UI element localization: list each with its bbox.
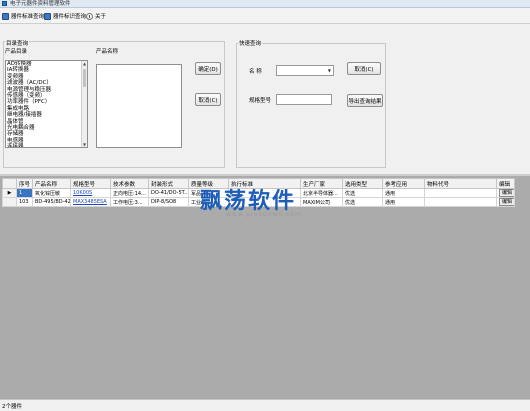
title-bar: 电子元器件资料管理软件 — [0, 0, 530, 8]
category-listbox[interactable]: AD转换器 IA转换器 变频器 滤波器（AC/DC） 电源管理与稳压器 传感器（变频） 功率… — [5, 60, 88, 148]
category-item[interactable]: 连接器 — [6, 144, 87, 147]
edit-cell: 编辑 — [496, 197, 515, 207]
export-results-button[interactable]: 导出查询结果 — [347, 94, 383, 107]
cell-params[interactable]: 正向电压:14... — [110, 188, 149, 198]
watermark-url: www.piaodown.com — [226, 211, 302, 218]
cell-model-link[interactable]: 10K00S — [70, 188, 111, 198]
cell-code[interactable] — [424, 197, 497, 207]
directory-group-title: 目录查询 — [5, 39, 30, 47]
search-cancel-button[interactable]: 取消(C) — [347, 62, 381, 75]
column-header[interactable]: 编辑 — [496, 178, 515, 189]
column-header[interactable]: 序号 — [16, 178, 33, 189]
column-header[interactable]: 选用类型 — [342, 178, 383, 189]
model-input[interactable] — [276, 94, 332, 105]
cell-index[interactable]: 1 — [16, 188, 33, 198]
category-label: 产品目录 — [5, 49, 28, 55]
marking-query-label: 器件标识查询 — [53, 14, 87, 20]
column-header[interactable]: 产品名称 — [32, 178, 71, 189]
grid-icon — [44, 12, 51, 20]
cell-ref[interactable]: 通用 — [382, 197, 425, 207]
confirm-button[interactable]: 确定(D) — [195, 62, 221, 75]
cell-code[interactable] — [424, 188, 497, 198]
row-selector[interactable]: ▶ — [2, 188, 17, 198]
row-selector[interactable] — [2, 197, 17, 207]
name-label: 名 称 — [249, 69, 262, 75]
about-label: 关于 — [95, 14, 107, 20]
scroll-down-icon[interactable]: ▼ — [82, 142, 87, 147]
name-select[interactable]: ▼ — [276, 65, 334, 76]
row-header-corner — [2, 178, 17, 189]
column-header[interactable]: 规格型号 — [70, 178, 111, 189]
cell-type[interactable]: 优选 — [342, 197, 383, 207]
column-header[interactable]: 技术参数 — [110, 178, 149, 189]
cell-model-link[interactable]: MAX3485ESA — [70, 197, 111, 207]
category-scrollbar[interactable]: ▲ ▼ — [81, 61, 87, 147]
edit-cell: 编辑 — [496, 188, 515, 198]
cell-maker[interactable]: MAXIM公司 — [300, 197, 343, 207]
cell-params[interactable]: 工作电压:3... — [110, 197, 149, 207]
edit-button[interactable]: 编辑 — [499, 189, 514, 197]
column-header[interactable]: 封装形式 — [148, 178, 189, 189]
scroll-thumb[interactable] — [83, 69, 86, 87]
product-listbox[interactable] — [96, 64, 182, 148]
info-icon — [86, 12, 93, 20]
cell-package[interactable]: DO-41/DO-5T... — [148, 188, 189, 198]
toolbar: 器件标准查询 器件标识查询 关于 — [0, 8, 530, 24]
cell-package[interactable]: DIP-8/SO8 — [148, 197, 189, 207]
query-panel: 目录查询 产品目录 AD转换器 IA转换器 变频器 滤波器（AC/DC） 电源管理与稳压… — [0, 24, 530, 174]
column-header[interactable]: 生产厂家 — [300, 178, 343, 189]
edit-button[interactable]: 编辑 — [499, 198, 514, 206]
column-header[interactable]: 物料代号 — [424, 178, 497, 189]
cell-name[interactable]: 氧化锌压敏 — [32, 188, 71, 198]
model-label: 规格型号 — [249, 98, 272, 104]
standard-query-button[interactable]: 器件标准查询 — [2, 11, 44, 21]
directory-cancel-button[interactable]: 取消(C) — [195, 93, 221, 106]
column-header[interactable]: 参考应用 — [382, 178, 425, 189]
grid-icon — [2, 12, 9, 20]
quick-search-group-title: 快速查询 — [238, 39, 263, 47]
marking-query-button[interactable]: 器件标识查询 — [44, 11, 86, 21]
cell-ref[interactable]: 通用 — [382, 188, 425, 198]
scroll-up-icon[interactable]: ▲ — [82, 61, 87, 66]
cell-maker[interactable]: 北京半导体器... — [300, 188, 343, 198]
standard-query-label: 器件标准查询 — [11, 14, 45, 20]
about-button[interactable]: 关于 — [86, 11, 106, 21]
window-title: 电子元器件资料管理软件 — [10, 1, 71, 7]
cell-type[interactable]: 优选 — [342, 188, 383, 198]
status-bar: 2个器件 — [0, 399, 530, 411]
status-text: 2个器件 — [2, 404, 22, 410]
chevron-down-icon[interactable]: ▼ — [328, 68, 331, 73]
cell-index[interactable]: 103 — [16, 197, 33, 207]
cell-name[interactable]: BD-495/BD-42... — [32, 197, 71, 207]
product-label: 产品名称 — [96, 49, 119, 55]
app-icon — [2, 1, 7, 6]
